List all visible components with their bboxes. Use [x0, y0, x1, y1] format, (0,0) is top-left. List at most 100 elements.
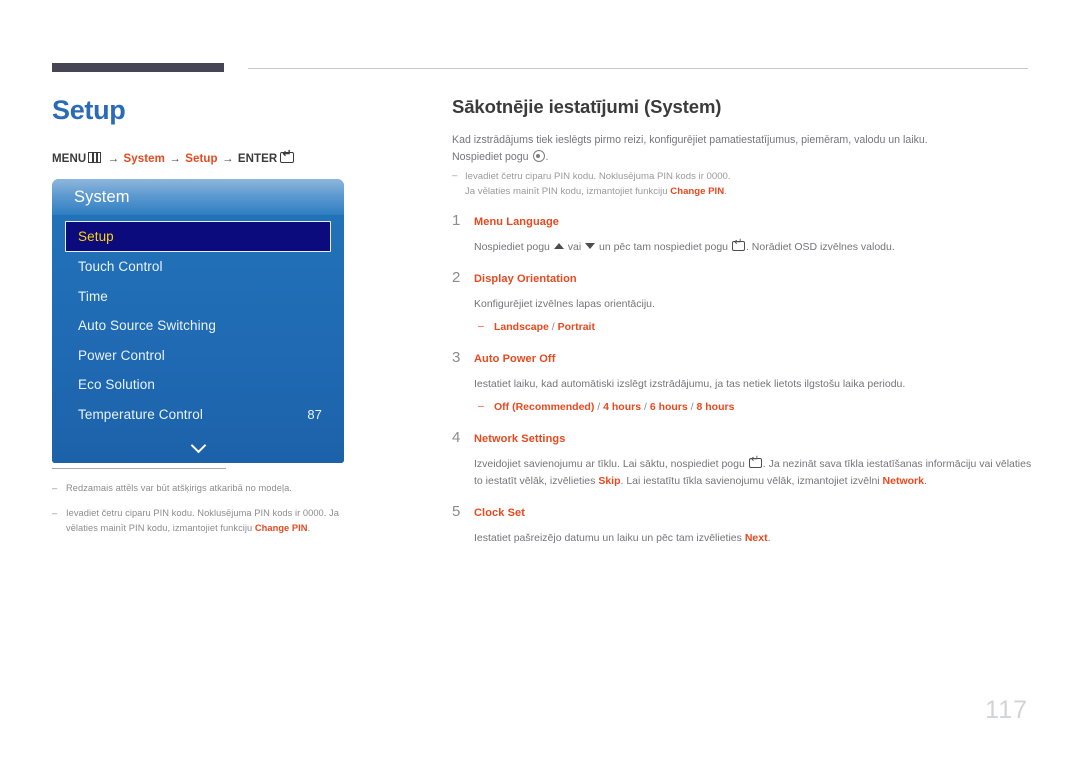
- osd-scroll-down-button[interactable]: [52, 429, 344, 463]
- page-title: Setup: [52, 95, 126, 125]
- step-5-highlight-next: Next: [744, 531, 768, 544]
- step-1-text-mid: vai: [564, 240, 585, 253]
- osd-item-label: Eco Solution: [78, 377, 155, 393]
- breadcrumb-arrow-1: →: [107, 152, 120, 165]
- step-5-body: Iestatiet pašreizējo datumu un laiku un …: [474, 530, 1032, 547]
- footnote-text-after: .: [307, 522, 311, 533]
- step-title-auto-power-off: Auto Power Off: [474, 352, 556, 365]
- option-portrait: Portrait: [557, 320, 595, 333]
- intro-line-2: Nospiediet pogu .: [452, 149, 1032, 166]
- step-2-options: – Landscape / Portrait: [474, 319, 1032, 336]
- arrow-down-icon: [585, 242, 596, 249]
- step-3-head: 3 Auto Power Off: [452, 349, 1032, 367]
- intro-line-2-before: Nospiediet pogu: [452, 151, 532, 164]
- step-2-head: 2 Display Orientation: [452, 269, 1032, 287]
- osd-item-auto-source-switching[interactable]: Auto Source Switching: [52, 311, 344, 341]
- step-2-body: Konfigurējiet izvēlnes lapas orientāciju…: [474, 296, 1032, 336]
- step-4-text-before: Izveidojiet savienojumu ar tīklu. Lai sā…: [474, 457, 748, 470]
- osd-menu-panel: System Setup Touch Control Time Auto Sou…: [52, 179, 344, 463]
- step-3-options: – Off (Recommended) / 4 hours / 6 hours /…: [474, 399, 1032, 416]
- option-landscape: Landscape: [494, 320, 549, 333]
- osd-panel-title: System: [52, 179, 344, 215]
- step-title-network-settings: Network Settings: [474, 432, 566, 445]
- header-rule-thick: [52, 63, 224, 72]
- enter-key-icon: [748, 455, 762, 468]
- step-5-head: 5 Clock Set: [452, 503, 1032, 521]
- step-4-highlight-network: Network: [882, 474, 924, 487]
- osd-item-touch-control[interactable]: Touch Control: [52, 252, 344, 282]
- osd-item-eco-solution[interactable]: Eco Solution: [52, 370, 344, 400]
- osd-item-label: Setup: [78, 229, 114, 244]
- breadcrumb-menu-label: MENU: [52, 152, 87, 165]
- intro-line-2-after: .: [545, 151, 549, 164]
- note-line-2-after: .: [724, 186, 727, 198]
- chevron-down-icon: [191, 440, 206, 448]
- intro-paragraph: Kad izstrādājums tiek ieslēgts pirmo rei…: [452, 132, 1032, 166]
- option-8-hours: 8 hours: [696, 400, 735, 413]
- step-4-text-end: .: [923, 474, 927, 487]
- footnote-highlight: Change PIN: [254, 522, 308, 533]
- osd-item-label: Auto Source Switching: [78, 318, 216, 334]
- step-number: 3: [452, 348, 461, 366]
- step-1-text-before: Nospiediet pogu: [474, 240, 553, 253]
- step-5-text-end: .: [767, 531, 771, 544]
- enter-key-icon: [731, 238, 745, 251]
- step-title-menu-language: Menu Language: [474, 215, 560, 228]
- footnote-divider: [52, 468, 226, 469]
- step-3-text: Iestatiet laiku, kad automātiski izslēgt…: [474, 377, 906, 390]
- step-4-highlight-skip: Skip: [598, 474, 621, 487]
- osd-item-list: Setup Touch Control Time Auto Source Swi…: [52, 215, 344, 463]
- footnote-dash: –: [52, 508, 58, 519]
- select-circle-icon: [532, 150, 545, 163]
- step-1-head: 1 Menu Language: [452, 212, 1032, 230]
- page-number: 117: [985, 696, 1028, 724]
- breadcrumb-setup[interactable]: Setup: [185, 153, 217, 165]
- option-sep: /: [690, 400, 694, 413]
- left-column: Setup MENU → System → Setup → ENTER: [52, 95, 352, 165]
- right-column: Sākotnējie iestatījumi (System) Kad izst…: [452, 96, 1032, 560]
- step-1-text-after: un pēc tam nospiediet pogu: [596, 240, 731, 253]
- breadcrumb-enter-label: ENTER: [237, 152, 278, 165]
- option-dash: –: [478, 319, 484, 332]
- note-highlight-change-pin: Change PIN: [670, 186, 725, 198]
- step-5: 5 Clock Set Iestatiet pašreizējo datumu …: [452, 503, 1032, 547]
- step-4-body: Izveidojiet savienojumu ar tīklu. Lai sā…: [474, 455, 1032, 490]
- osd-item-setup[interactable]: Setup: [65, 221, 331, 252]
- header-rule-thin: [248, 68, 1028, 69]
- step-2-text: Konfigurējiet izvēlnes lapas orientāciju…: [474, 297, 655, 310]
- step-2: 2 Display Orientation Konfigurējiet izvē…: [452, 269, 1032, 336]
- option-dash: –: [478, 399, 484, 412]
- option-sep: /: [643, 400, 647, 413]
- breadcrumb: MENU → System → Setup → ENTER: [52, 149, 352, 165]
- note-line-1: Ievadiet četru ciparu PIN kodu. Noklusēj…: [465, 171, 731, 183]
- step-1-text-end: . Norādiet OSD izvēlnes valodu.: [745, 240, 895, 253]
- breadcrumb-arrow-2: →: [169, 152, 181, 165]
- pin-note: – Ievadiet četru ciparu PIN kodu. Noklus…: [452, 169, 1032, 199]
- osd-item-power-control[interactable]: Power Control: [52, 341, 344, 371]
- footnote-2: – Ievadiet četru ciparu PIN kodu. Noklus…: [52, 506, 352, 535]
- arrow-up-icon: [553, 242, 564, 249]
- step-title-display-orientation: Display Orientation: [474, 272, 577, 285]
- breadcrumb-system[interactable]: System: [123, 153, 165, 165]
- osd-item-label: Temperature Control: [78, 406, 203, 422]
- step-3-body: Iestatiet laiku, kad automātiski izslēgt…: [474, 376, 1032, 416]
- step-5-text-before: Iestatiet pašreizējo datumu un laiku un …: [474, 531, 745, 544]
- step-title-clock-set: Clock Set: [474, 506, 526, 519]
- footnotes: – Redzamais attēls var būt atšķirigs atk…: [52, 468, 352, 546]
- footnote-text: Redzamais attēls var būt atšķirigs atkar…: [66, 483, 292, 493]
- osd-item-temperature-control[interactable]: Temperature Control 87: [52, 400, 344, 430]
- osd-item-label: Power Control: [78, 347, 165, 363]
- step-number: 5: [452, 502, 461, 520]
- footnote-dash: –: [52, 483, 58, 493]
- step-number: 1: [452, 211, 461, 229]
- header-rule: [52, 63, 1028, 73]
- step-4-text-mid2: . Lai iestatītu tīkla savienojumu vēlāk,…: [620, 474, 883, 487]
- step-number: 4: [452, 428, 461, 446]
- osd-item-label: Time: [78, 288, 108, 304]
- note-line-2-before: Ja vēlaties mainīt PIN kodu, izmantojiet…: [465, 186, 671, 198]
- option-sep: /: [597, 400, 601, 413]
- section-title: Sākotnējie iestatījumi (System): [452, 96, 722, 117]
- osd-item-time[interactable]: Time: [52, 282, 344, 312]
- step-3: 3 Auto Power Off Iestatiet laiku, kad au…: [452, 349, 1032, 416]
- intro-line-1: Kad izstrādājums tiek ieslēgts pirmo rei…: [452, 134, 928, 146]
